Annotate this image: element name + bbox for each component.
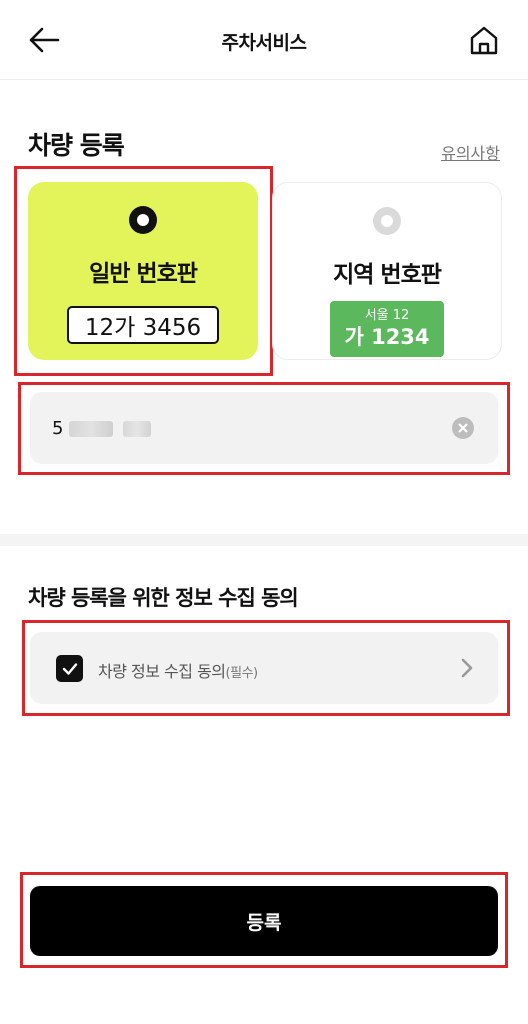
home-icon: [470, 26, 498, 55]
radio-selected-icon[interactable]: [129, 206, 157, 234]
plate-number-text: 5: [52, 418, 64, 439]
consent-item-text: 차량 정보 수집 동의: [98, 662, 226, 681]
plate-number-input[interactable]: 5: [30, 392, 498, 464]
plate-type-card-general[interactable]: 일반 번호판 12가 3456: [28, 182, 258, 360]
consent-item-row[interactable]: 차량 정보 수집 동의(필수): [30, 632, 498, 704]
plate-number-value: 5: [52, 418, 152, 439]
section-title-registration: 차량 등록: [28, 131, 125, 160]
clear-input-button[interactable]: [452, 417, 474, 439]
obscured-text: [123, 420, 152, 437]
close-icon: [458, 423, 468, 433]
app-header: 주차서비스: [0, 0, 528, 80]
plate-sample-regional-top: 서울 12: [364, 308, 410, 323]
consent-item-label: 차량 정보 수집 동의(필수): [98, 658, 258, 682]
radio-unselected-icon[interactable]: [373, 207, 401, 235]
chevron-right-icon[interactable]: [460, 657, 474, 679]
section-title-consent: 차량 등록을 위한 정보 수집 동의: [28, 586, 299, 610]
page-title: 주차서비스: [221, 32, 307, 54]
required-tag: (필수): [225, 666, 259, 681]
plate-type-label: 일반 번호판: [89, 261, 198, 287]
plate-sample-general: 12가 3456: [67, 306, 219, 344]
consent-checkbox[interactable]: [56, 655, 83, 682]
plate-sample-regional: 서울 12 가 1234: [330, 301, 444, 357]
section-divider: [0, 534, 528, 546]
plate-type-card-regional[interactable]: 지역 번호판 서울 12 가 1234: [272, 182, 502, 360]
plate-sample-regional-bottom: 가 1234: [344, 325, 430, 349]
home-button[interactable]: [464, 20, 504, 60]
register-button[interactable]: 등록: [30, 886, 498, 956]
checkmark-icon: [62, 662, 77, 675]
notice-link[interactable]: 유의사항: [441, 140, 500, 164]
obscured-text: [69, 420, 114, 437]
plate-type-label: 지역 번호판: [333, 262, 442, 288]
